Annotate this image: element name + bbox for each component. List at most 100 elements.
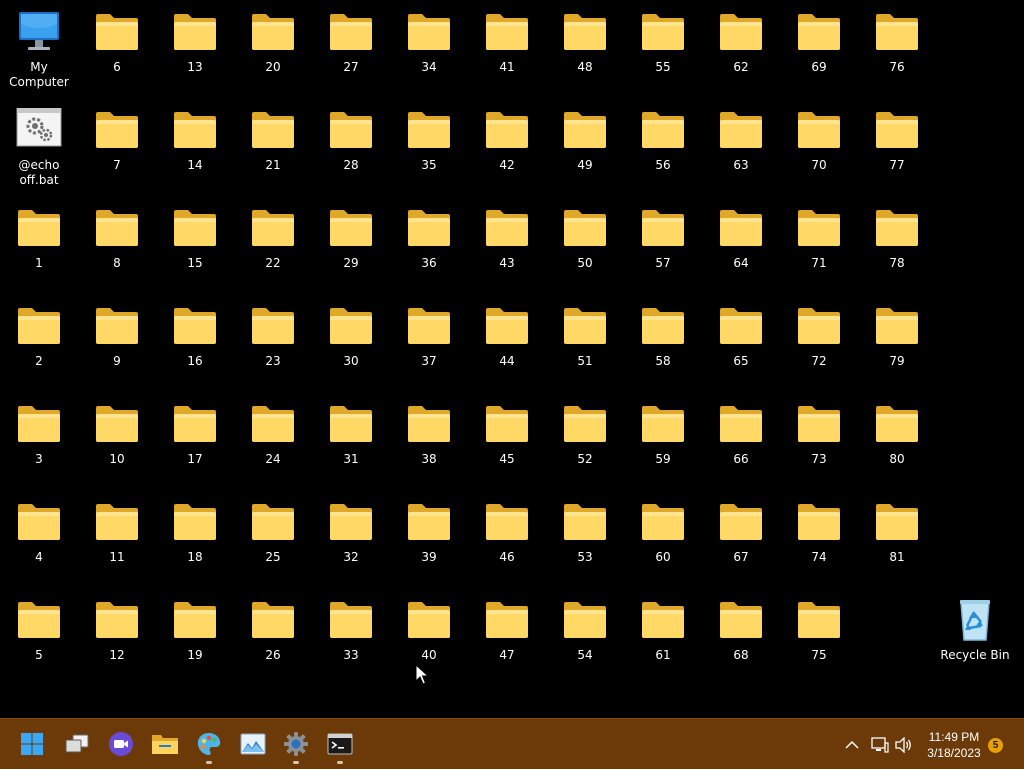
folder-46[interactable]: 46 xyxy=(468,492,546,584)
settings-button[interactable] xyxy=(279,727,313,764)
folder-8[interactable]: 8 xyxy=(78,198,156,290)
paint-button[interactable] xyxy=(192,727,226,764)
folder-75[interactable]: 75 xyxy=(780,590,858,682)
folder-57[interactable]: 57 xyxy=(624,198,702,290)
folder-56[interactable]: 56 xyxy=(624,100,702,192)
start-button[interactable] xyxy=(15,727,49,761)
recycle-bin-shortcut[interactable]: Recycle Bin xyxy=(936,590,1014,682)
folder-13[interactable]: 13 xyxy=(156,2,234,94)
folder-62[interactable]: 62 xyxy=(702,2,780,94)
folder-3[interactable]: 3 xyxy=(0,394,78,486)
folder-29[interactable]: 29 xyxy=(312,198,390,290)
folder-67[interactable]: 67 xyxy=(702,492,780,584)
folder-30[interactable]: 30 xyxy=(312,296,390,388)
folder-27[interactable]: 27 xyxy=(312,2,390,94)
folder-72[interactable]: 72 xyxy=(780,296,858,388)
task-view-button[interactable] xyxy=(60,727,94,761)
folder-15[interactable]: 15 xyxy=(156,198,234,290)
folder-76[interactable]: 76 xyxy=(858,2,936,94)
folder-65[interactable]: 65 xyxy=(702,296,780,388)
folder-19[interactable]: 19 xyxy=(156,590,234,682)
folder-52[interactable]: 52 xyxy=(546,394,624,486)
folder-7[interactable]: 7 xyxy=(78,100,156,192)
folder-59[interactable]: 59 xyxy=(624,394,702,486)
folder-47[interactable]: 47 xyxy=(468,590,546,682)
folder-21[interactable]: 21 xyxy=(234,100,312,192)
folder-32[interactable]: 32 xyxy=(312,492,390,584)
folder-81[interactable]: 81 xyxy=(858,492,936,584)
folder-77[interactable]: 77 xyxy=(858,100,936,192)
folder-51[interactable]: 51 xyxy=(546,296,624,388)
folder-20[interactable]: 20 xyxy=(234,2,312,94)
photos-button[interactable] xyxy=(236,727,270,761)
clock-button[interactable]: 11:49 PM 3/18/2023 xyxy=(918,729,990,761)
folder-17[interactable]: 17 xyxy=(156,394,234,486)
network-button[interactable] xyxy=(870,735,890,755)
folder-58[interactable]: 58 xyxy=(624,296,702,388)
folder-42[interactable]: 42 xyxy=(468,100,546,192)
folder-49[interactable]: 49 xyxy=(546,100,624,192)
folder-55[interactable]: 55 xyxy=(624,2,702,94)
folder-80[interactable]: 80 xyxy=(858,394,936,486)
my-computer-shortcut[interactable]: My Computer xyxy=(0,2,78,94)
folder-23[interactable]: 23 xyxy=(234,296,312,388)
show-hidden-icons-button[interactable] xyxy=(842,735,862,755)
folder-5[interactable]: 5 xyxy=(0,590,78,682)
teams-chat-button[interactable] xyxy=(104,727,138,761)
folder-35[interactable]: 35 xyxy=(390,100,468,192)
batch-file-shortcut[interactable]: @echo off.bat xyxy=(0,100,78,192)
folder-12[interactable]: 12 xyxy=(78,590,156,682)
folder-41[interactable]: 41 xyxy=(468,2,546,94)
notification-badge[interactable]: 5 xyxy=(988,738,1003,753)
folder-68[interactable]: 68 xyxy=(702,590,780,682)
folder-66[interactable]: 66 xyxy=(702,394,780,486)
folder-78[interactable]: 78 xyxy=(858,198,936,290)
folder-73[interactable]: 73 xyxy=(780,394,858,486)
folder-79[interactable]: 79 xyxy=(858,296,936,388)
folder-61[interactable]: 61 xyxy=(624,590,702,682)
terminal-button[interactable] xyxy=(323,727,357,764)
folder-16[interactable]: 16 xyxy=(156,296,234,388)
folder-6[interactable]: 6 xyxy=(78,2,156,94)
folder-25[interactable]: 25 xyxy=(234,492,312,584)
folder-40[interactable]: 40 xyxy=(390,590,468,682)
folder-14[interactable]: 14 xyxy=(156,100,234,192)
folder-4[interactable]: 4 xyxy=(0,492,78,584)
folder-1[interactable]: 1 xyxy=(0,198,78,290)
folder-label: 7 xyxy=(113,158,121,172)
folder-44[interactable]: 44 xyxy=(468,296,546,388)
folder-74[interactable]: 74 xyxy=(780,492,858,584)
folder-63[interactable]: 63 xyxy=(702,100,780,192)
folder-45[interactable]: 45 xyxy=(468,394,546,486)
folder-9[interactable]: 9 xyxy=(78,296,156,388)
folder-37[interactable]: 37 xyxy=(390,296,468,388)
folder-10[interactable]: 10 xyxy=(78,394,156,486)
folder-icon xyxy=(795,500,843,544)
folder-24[interactable]: 24 xyxy=(234,394,312,486)
folder-2[interactable]: 2 xyxy=(0,296,78,388)
folder-icon xyxy=(15,402,63,446)
folder-69[interactable]: 69 xyxy=(780,2,858,94)
folder-36[interactable]: 36 xyxy=(390,198,468,290)
folder-50[interactable]: 50 xyxy=(546,198,624,290)
folder-11[interactable]: 11 xyxy=(78,492,156,584)
folder-31[interactable]: 31 xyxy=(312,394,390,486)
folder-26[interactable]: 26 xyxy=(234,590,312,682)
folder-71[interactable]: 71 xyxy=(780,198,858,290)
folder-18[interactable]: 18 xyxy=(156,492,234,584)
folder-60[interactable]: 60 xyxy=(624,492,702,584)
folder-38[interactable]: 38 xyxy=(390,394,468,486)
folder-33[interactable]: 33 xyxy=(312,590,390,682)
file-explorer-button[interactable] xyxy=(148,727,182,761)
folder-43[interactable]: 43 xyxy=(468,198,546,290)
folder-64[interactable]: 64 xyxy=(702,198,780,290)
folder-70[interactable]: 70 xyxy=(780,100,858,192)
volume-button[interactable] xyxy=(894,735,914,755)
folder-39[interactable]: 39 xyxy=(390,492,468,584)
folder-54[interactable]: 54 xyxy=(546,590,624,682)
folder-28[interactable]: 28 xyxy=(312,100,390,192)
folder-34[interactable]: 34 xyxy=(390,2,468,94)
folder-22[interactable]: 22 xyxy=(234,198,312,290)
folder-48[interactable]: 48 xyxy=(546,2,624,94)
folder-53[interactable]: 53 xyxy=(546,492,624,584)
